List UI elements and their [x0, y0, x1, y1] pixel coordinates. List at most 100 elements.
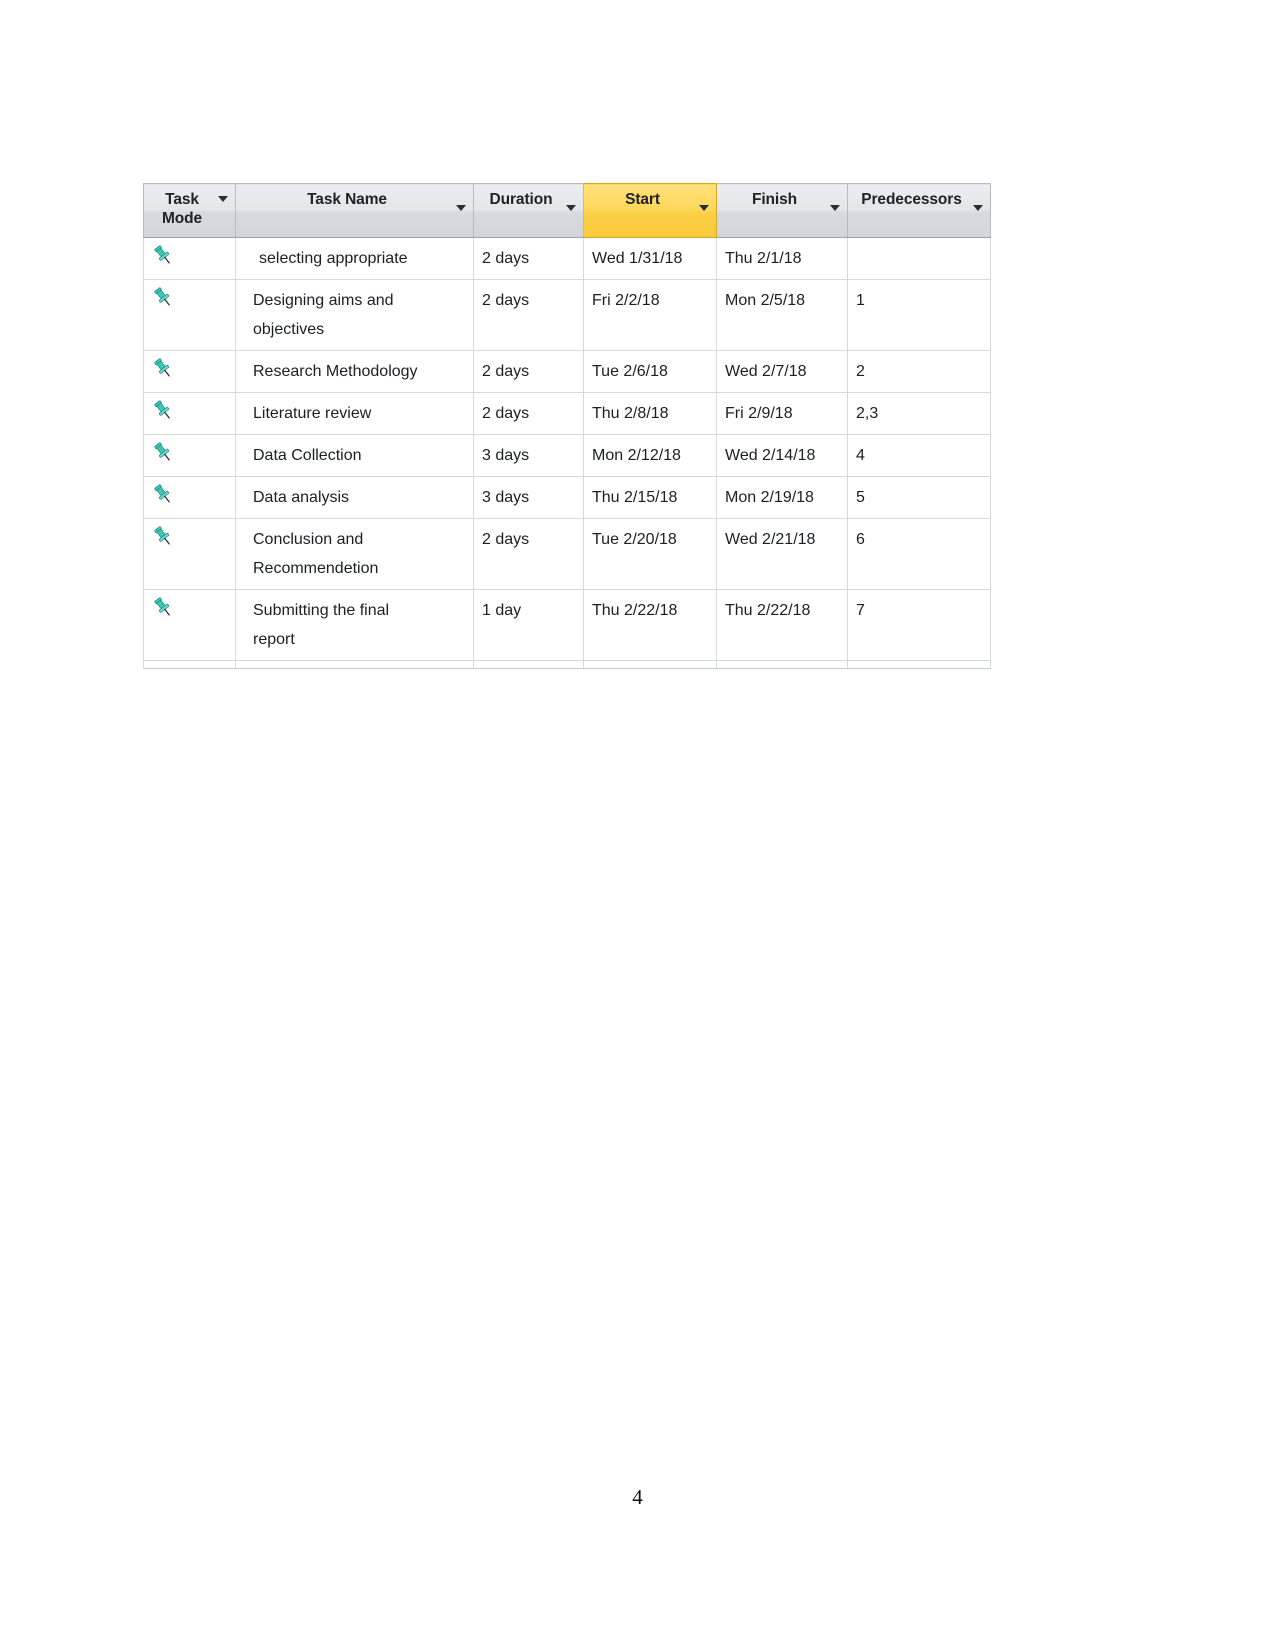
cell-finish[interactable]: Wed 2/14/18 [717, 435, 848, 477]
cell-duration-text: 2 days [474, 519, 583, 560]
cell-finish-text: Wed 2/7/18 [717, 351, 847, 392]
cell-finish[interactable]: Fri 2/9/18 [717, 393, 848, 435]
cell-task-mode[interactable] [144, 590, 236, 661]
filter-chevron-down-icon[interactable] [456, 205, 466, 211]
cell-start[interactable]: Mon 2/12/18 [584, 435, 717, 477]
column-header-label: Duration [481, 190, 561, 209]
cell-start[interactable]: Tue 2/20/18 [584, 519, 717, 590]
cell-finish[interactable]: Thu 2/22/18 [717, 590, 848, 661]
table-body: selecting appropriate2 daysWed 1/31/18Th… [144, 238, 991, 669]
cell-task-mode[interactable] [144, 351, 236, 393]
column-header-task-mode[interactable]: Task Mode [144, 184, 236, 238]
cell-task-name[interactable]: selecting appropriate [236, 238, 474, 280]
column-header-predecessors[interactable]: Predecessors [848, 184, 991, 238]
cell-finish-text: Wed 2/14/18 [717, 435, 847, 476]
cell-start[interactable]: Thu 2/8/18 [584, 393, 717, 435]
table-row[interactable]: Submitting the final report1 dayThu 2/22… [144, 590, 991, 661]
cell-task-mode[interactable] [144, 238, 236, 280]
cell-start-text: Wed 1/31/18 [584, 238, 716, 279]
column-header-duration[interactable]: Duration [474, 184, 584, 238]
cell-task-name[interactable]: Data Collection [236, 435, 474, 477]
cell-start-text: Fri 2/2/18 [584, 280, 716, 321]
filter-chevron-down-icon[interactable] [973, 205, 983, 211]
cell-clipped [584, 661, 717, 669]
table-row[interactable]: Data analysis3 daysThu 2/15/18Mon 2/19/1… [144, 477, 991, 519]
cell-duration-text: 2 days [474, 280, 583, 321]
cell-predecessors[interactable]: 2,3 [848, 393, 991, 435]
column-header-finish[interactable]: Finish [717, 184, 848, 238]
table-row[interactable]: Designing aims and objectives2 daysFri 2… [144, 280, 991, 351]
cell-predecessors[interactable]: 5 [848, 477, 991, 519]
cell-task-name[interactable]: Research Methodology [236, 351, 474, 393]
column-header-label: Predecessors [855, 190, 968, 209]
cell-predecessors[interactable]: 2 [848, 351, 991, 393]
cell-duration-text: 2 days [474, 351, 583, 392]
cell-predecessors[interactable]: 6 [848, 519, 991, 590]
filter-chevron-down-icon[interactable] [566, 205, 576, 211]
cell-task-mode[interactable] [144, 435, 236, 477]
cell-task-mode[interactable] [144, 477, 236, 519]
cell-start[interactable]: Fri 2/2/18 [584, 280, 717, 351]
cell-predecessors[interactable]: 7 [848, 590, 991, 661]
cell-finish[interactable]: Wed 2/21/18 [717, 519, 848, 590]
cell-predecessors[interactable] [848, 238, 991, 280]
cell-finish[interactable]: Thu 2/1/18 [717, 238, 848, 280]
cell-task-mode[interactable] [144, 519, 236, 590]
cell-duration[interactable]: 2 days [474, 238, 584, 280]
cell-finish[interactable]: Mon 2/5/18 [717, 280, 848, 351]
finish-header-wrap: Finish [717, 184, 847, 237]
pushpin-icon [152, 525, 174, 547]
cell-start-text: Tue 2/20/18 [584, 519, 716, 560]
cell-start[interactable]: Tue 2/6/18 [584, 351, 717, 393]
cell-duration[interactable]: 2 days [474, 519, 584, 590]
column-header-task-name[interactable]: Task Name [236, 184, 474, 238]
cell-finish-text: Thu 2/22/18 [717, 590, 847, 631]
cell-predecessors[interactable]: 1 [848, 280, 991, 351]
cell-task-name[interactable]: Conclusion and Recommendetion [236, 519, 474, 590]
filter-chevron-down-icon[interactable] [699, 205, 709, 211]
cell-predecessors-text: 2 [848, 351, 990, 392]
cell-duration-text: 1 day [474, 590, 583, 631]
cell-duration[interactable]: 3 days [474, 435, 584, 477]
cell-clipped [236, 661, 474, 669]
pushpin-icon [152, 596, 174, 618]
cell-predecessors[interactable]: 4 [848, 435, 991, 477]
cell-duration[interactable]: 1 day [474, 590, 584, 661]
cell-duration[interactable]: 2 days [474, 393, 584, 435]
cell-duration[interactable]: 3 days [474, 477, 584, 519]
cell-predecessors-text: 6 [848, 519, 990, 560]
cell-clipped [144, 661, 236, 669]
cell-start[interactable]: Wed 1/31/18 [584, 238, 717, 280]
cell-task-name[interactable]: Data analysis [236, 477, 474, 519]
table-row[interactable]: selecting appropriate2 daysWed 1/31/18Th… [144, 238, 991, 280]
column-header-label: Task Name [243, 190, 451, 209]
cell-task-mode[interactable] [144, 393, 236, 435]
column-header-label: Finish [724, 190, 825, 209]
table-header: Task Mode Task Name Duration [144, 184, 991, 238]
cell-task-name[interactable]: Literature review [236, 393, 474, 435]
duration-header-wrap: Duration [474, 184, 583, 237]
filter-chevron-down-icon[interactable] [830, 205, 840, 211]
cell-duration[interactable]: 2 days [474, 280, 584, 351]
cell-clipped [717, 661, 848, 669]
table-row[interactable]: Conclusion and Recommendetion2 daysTue 2… [144, 519, 991, 590]
cell-task-name[interactable]: Submitting the final report [236, 590, 474, 661]
cell-task-mode[interactable] [144, 280, 236, 351]
cell-start-text: Tue 2/6/18 [584, 351, 716, 392]
table-row[interactable]: Research Methodology2 daysTue 2/6/18Wed … [144, 351, 991, 393]
cell-task-name[interactable]: Designing aims and objectives [236, 280, 474, 351]
table-row[interactable]: Data Collection3 daysMon 2/12/18Wed 2/14… [144, 435, 991, 477]
column-header-start[interactable]: Start [584, 184, 717, 238]
table-row-clipped [144, 661, 991, 669]
filter-chevron-down-icon[interactable] [218, 196, 228, 202]
cell-duration[interactable]: 2 days [474, 351, 584, 393]
table-row[interactable]: Literature review2 daysThu 2/8/18Fri 2/9… [144, 393, 991, 435]
cell-finish[interactable]: Wed 2/7/18 [717, 351, 848, 393]
cell-start[interactable]: Thu 2/22/18 [584, 590, 717, 661]
cell-predecessors-text: 7 [848, 590, 990, 631]
cell-start[interactable]: Thu 2/15/18 [584, 477, 717, 519]
cell-duration-text: 3 days [474, 435, 583, 476]
cell-finish[interactable]: Mon 2/19/18 [717, 477, 848, 519]
column-header-label: Task Mode [151, 190, 213, 228]
cell-task-name-text: Data Collection [236, 435, 473, 476]
